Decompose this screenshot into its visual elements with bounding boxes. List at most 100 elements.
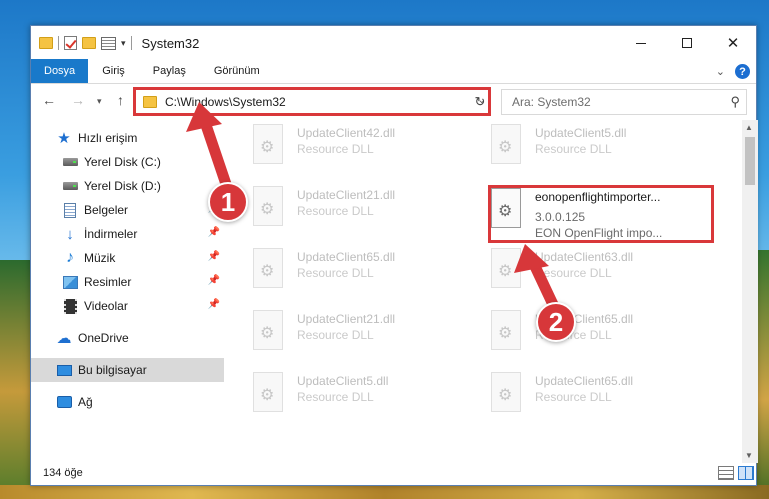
sidebar-item-disk-d[interactable]: Yerel Disk (D:) [31, 174, 224, 198]
customize-toolbar-icon[interactable] [101, 36, 116, 50]
toolbar-separator [130, 36, 132, 50]
tab-share[interactable]: Paylaş [139, 59, 200, 83]
dll-file-icon [491, 124, 521, 164]
sidebar-item-videos[interactable]: Videolar 📌 [31, 294, 224, 318]
dll-file-icon [253, 186, 283, 226]
explorer-content: ★ Hızlı erişim Yerel Disk (C:) Yerel Dis… [31, 120, 758, 463]
drive-icon [62, 154, 78, 170]
sidebar-item-disk-c[interactable]: Yerel Disk (C:) [31, 150, 224, 174]
videos-icon [62, 298, 78, 314]
maximize-button[interactable] [664, 26, 710, 60]
file-item[interactable]: UpdateClient42.dll Resource DLL [247, 120, 477, 170]
sidebar-item-label: Ağ [78, 395, 93, 409]
scroll-up-icon[interactable]: ▲ [745, 123, 753, 132]
sidebar-item-this-pc[interactable]: Bu bilgisayar [31, 358, 224, 382]
view-switcher [718, 466, 754, 480]
download-icon: ↓ [66, 225, 74, 243]
pictures-icon [62, 274, 78, 290]
drive-icon [62, 178, 78, 194]
status-bar: 134 öğe [31, 461, 758, 485]
selection-highlight-box [488, 185, 714, 243]
help-icon[interactable]: ? [735, 64, 750, 79]
sidebar-item-music[interactable]: ♪ Müzik 📌 [31, 246, 224, 270]
pin-icon: 📌 [207, 251, 220, 262]
dll-file-icon [491, 248, 521, 288]
properties-check-icon[interactable] [64, 36, 77, 50]
sidebar-item-label: Yerel Disk (D:) [84, 179, 161, 193]
sidebar-item-label: OneDrive [78, 331, 129, 345]
file-type: Resource DLL [297, 390, 374, 404]
file-item[interactable]: UpdateClient65.dll Resource DLL [247, 244, 477, 294]
ribbon-tabs: Dosya Giriş Paylaş Görünüm ⌄ ? [31, 59, 756, 84]
network-icon [56, 394, 72, 410]
file-item[interactable]: UpdateClient5.dll Resource DLL [247, 368, 477, 418]
search-input[interactable]: Ara: System32 [512, 95, 591, 109]
tiles-view-icon[interactable] [738, 466, 754, 480]
step-badge-2: 2 [536, 302, 576, 342]
pin-icon: 📌 [207, 275, 220, 286]
new-folder-icon[interactable] [82, 37, 96, 49]
background-foliage-left [0, 260, 30, 499]
close-icon: ✕ [726, 35, 740, 52]
file-name: UpdateClient63.dll [535, 250, 634, 264]
tab-view[interactable]: Görünüm [200, 59, 274, 83]
vertical-scrollbar[interactable]: ▲ ▼ [742, 120, 758, 463]
file-name: UpdateClient65.dll [535, 374, 634, 388]
sidebar-item-network[interactable]: Ağ [31, 390, 224, 414]
file-item[interactable]: UpdateClient21.dll Resource DLL [247, 306, 477, 356]
file-name: UpdateClient5.dll [297, 374, 389, 388]
file-explorer-window: ▾ System32 ✕ Dosya Giriş Paylaş Görünüm … [30, 25, 758, 486]
chevron-down-icon[interactable]: ▾ [121, 38, 126, 49]
file-type: Resource DLL [297, 328, 374, 342]
scrollbar-thumb[interactable] [745, 137, 755, 185]
ribbon-right-controls: ⌄ ? [716, 64, 750, 79]
file-type: Resource DLL [535, 142, 612, 156]
file-type: Resource DLL [297, 204, 374, 218]
forward-arrow-icon[interactable]: → [71, 92, 85, 108]
file-item[interactable]: UpdateClient65.dll Resource DLL [485, 368, 715, 418]
background-ground [0, 485, 769, 499]
sidebar-item-quick-access[interactable]: ★ Hızlı erişim [31, 126, 224, 150]
sidebar-item-label: Müzik [84, 251, 116, 265]
minimize-icon [636, 42, 646, 44]
pin-icon: 📌 [207, 299, 220, 310]
sidebar-item-pictures[interactable]: Resimler 📌 [31, 270, 224, 294]
file-list: UpdateClient42.dll Resource DLL UpdateCl… [227, 120, 742, 463]
file-item[interactable]: UpdateClient21.dll Resource DLL [247, 182, 477, 232]
window-controls: ✕ [618, 26, 756, 60]
step-badge-1: 1 [208, 182, 248, 222]
sidebar-item-label: Yerel Disk (C:) [84, 155, 161, 169]
search-icon[interactable]: ⚲ [730, 94, 740, 110]
pin-icon: 📌 [207, 227, 220, 238]
folder-icon [39, 37, 53, 49]
file-type: Resource DLL [297, 266, 374, 280]
close-button[interactable]: ✕ [710, 26, 756, 60]
file-name: UpdateClient5.dll [535, 126, 627, 140]
file-name: UpdateClient21.dll [297, 188, 396, 202]
window-title: System32 [141, 35, 200, 51]
minimize-button[interactable] [618, 26, 664, 60]
navigation-pane: ★ Hızlı erişim Yerel Disk (C:) Yerel Dis… [31, 120, 224, 463]
dll-file-icon [253, 124, 283, 164]
back-arrow-icon[interactable]: ← [42, 92, 56, 108]
maximize-icon [682, 38, 692, 48]
expand-ribbon-icon[interactable]: ⌄ [716, 65, 725, 78]
details-view-icon[interactable] [718, 466, 734, 480]
file-item[interactable]: UpdateClient63.dll Resource DLL [485, 244, 715, 294]
scroll-down-icon[interactable]: ▼ [745, 451, 753, 460]
sidebar-item-onedrive[interactable]: ☁ OneDrive [31, 326, 224, 350]
address-highlight-box [133, 87, 491, 116]
file-name: UpdateClient21.dll [297, 312, 396, 326]
recent-locations-icon[interactable]: ▾ [97, 96, 102, 107]
sidebar-item-label: Belgeler [84, 203, 129, 217]
sidebar-item-label: Videolar [84, 299, 128, 313]
sidebar-item-documents[interactable]: Belgeler 📌 [31, 198, 224, 222]
up-arrow-icon[interactable]: ↑ [117, 92, 124, 108]
sidebar-item-downloads[interactable]: ↓ İndirmeler 📌 [31, 222, 224, 246]
search-box[interactable]: Ara: System32 ⚲ [501, 89, 747, 115]
file-item[interactable]: UpdateClient5.dll Resource DLL [485, 120, 715, 170]
music-icon: ♪ [66, 249, 74, 266]
file-item[interactable]: UpdateClient65.dll Resource DLL [485, 306, 715, 356]
tab-home[interactable]: Giriş [88, 59, 139, 83]
tab-file[interactable]: Dosya [31, 59, 89, 83]
